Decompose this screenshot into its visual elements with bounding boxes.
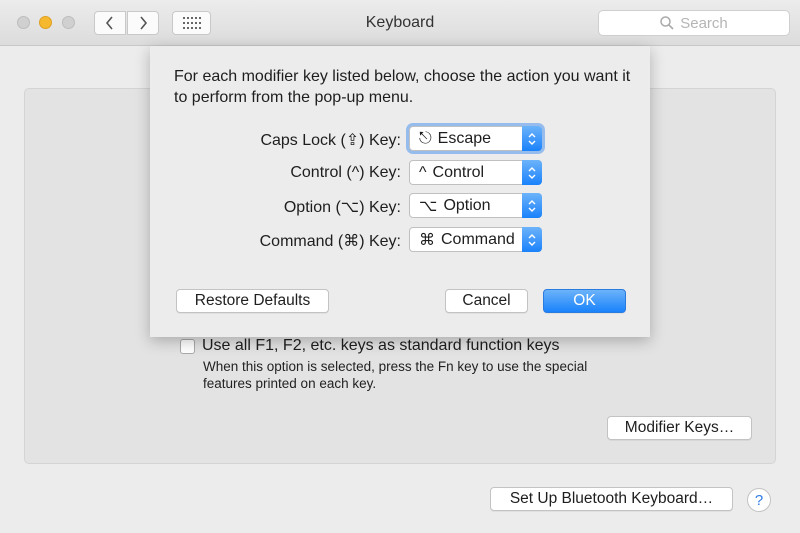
search-placeholder: Search [680, 14, 728, 32]
help-button[interactable]: ? [747, 488, 771, 512]
control-icon: ^ [419, 163, 427, 181]
show-all-button[interactable] [172, 11, 211, 35]
command-popup[interactable]: ⌘ Command [409, 227, 542, 252]
control-row: Control (^) Key: ^ Control [150, 160, 650, 186]
up-down-arrows-icon [522, 126, 542, 151]
option-popup[interactable]: ⌥ Option [409, 193, 542, 218]
option-row: Option (⌥) Key: ⌥ Option [150, 193, 650, 219]
title-bar: Keyboard Search [0, 0, 800, 46]
control-label: Control (^) Key: [290, 164, 401, 181]
modifier-keys-sheet: For each modifier key listed below, choo… [150, 46, 650, 337]
caps-lock-value: Escape [437, 129, 492, 147]
back-button[interactable] [94, 11, 126, 35]
search-field[interactable]: Search [598, 10, 790, 36]
cancel-button[interactable]: Cancel [445, 289, 528, 313]
bluetooth-setup-button[interactable]: Set Up Bluetooth Keyboard… [490, 487, 733, 511]
option-value: Option [443, 196, 491, 214]
caps-lock-label: Caps Lock (⇪) Key: [260, 132, 401, 149]
up-down-arrows-icon [522, 160, 542, 185]
control-value: Control [432, 163, 485, 181]
window-title: Keyboard [365, 14, 435, 31]
chevron-left-icon [105, 16, 113, 30]
command-row: Command (⌘) Key: ⌘ Command [150, 227, 650, 253]
chevron-right-icon [140, 16, 148, 30]
zoom-button[interactable] [62, 16, 75, 29]
up-down-arrows-icon [522, 193, 542, 218]
grid-icon [182, 17, 201, 29]
control-popup[interactable]: ^ Control [409, 160, 542, 185]
sheet-instructions: For each modifier key listed below, choo… [174, 68, 631, 106]
caps-lock-row: Caps Lock (⇪) Key: ⎋ Escape [150, 126, 650, 152]
escape-icon: ⎋ [419, 129, 432, 147]
fn-keys-option[interactable]: Use all F1, F2, etc. keys as standard fu… [180, 337, 560, 355]
ok-button[interactable]: OK [543, 289, 626, 313]
caps-lock-popup[interactable]: ⎋ Escape [409, 126, 542, 151]
command-label: Command (⌘) Key: [259, 233, 401, 250]
fn-keys-checkbox[interactable] [180, 338, 195, 354]
restore-defaults-button[interactable]: Restore Defaults [176, 289, 329, 313]
close-button[interactable] [17, 16, 30, 29]
command-value: Command [441, 230, 515, 248]
minimize-button[interactable] [39, 16, 52, 29]
option-label: Option (⌥) Key: [283, 199, 401, 216]
search-icon [660, 16, 674, 30]
fn-keys-description: When this option is selected, press the … [203, 359, 588, 391]
up-down-arrows-icon [522, 227, 542, 252]
option-icon: ⌥ [419, 197, 438, 215]
fn-keys-label: Use all F1, F2, etc. keys as standard fu… [202, 337, 560, 354]
modifier-keys-button[interactable]: Modifier Keys… [607, 416, 752, 440]
forward-button[interactable] [127, 11, 159, 35]
command-icon: ⌘ [419, 231, 435, 249]
